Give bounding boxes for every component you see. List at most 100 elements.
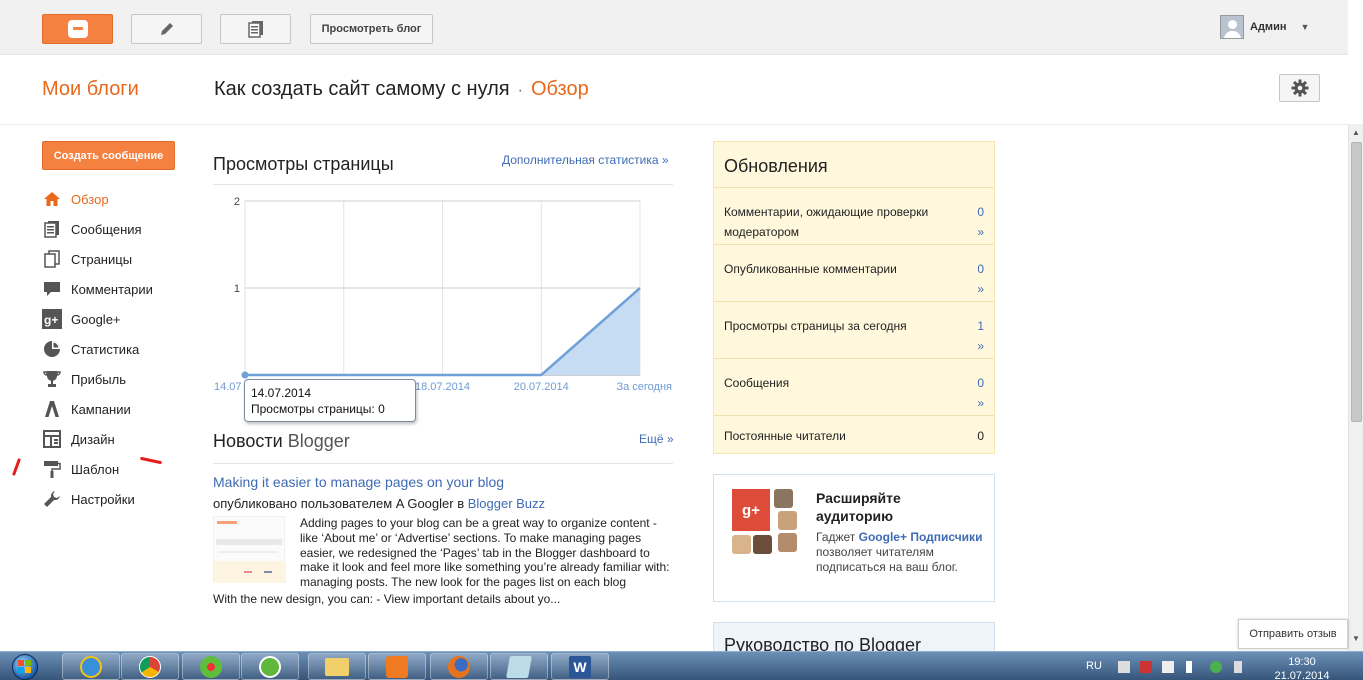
- sidebar-item-stats[interactable]: Статистика: [42, 334, 153, 364]
- news-title: Новости Blogger: [213, 431, 350, 452]
- pages-icon: [42, 249, 62, 269]
- sidebar-item-label: Прибыль: [71, 371, 126, 387]
- sidebar-item-comments[interactable]: Комментарии: [42, 274, 153, 304]
- more-stats-link[interactable]: Дополнительная статистика »: [502, 153, 669, 167]
- sidebar-item-label: Шаблон: [71, 461, 120, 477]
- explorer-taskbar-button[interactable]: [308, 653, 366, 680]
- chart-data-point: [241, 371, 249, 379]
- mail-agent-taskbar-button[interactable]: [241, 653, 299, 680]
- update-count[interactable]: 1»: [977, 316, 984, 356]
- update-row-pending-comments[interactable]: Комментарии, ожидающие проверки модерато…: [714, 187, 994, 244]
- news-excerpt-tail: With the new design, you can: - View imp…: [213, 592, 561, 606]
- view-blog-button[interactable]: Просмотреть блог: [310, 14, 433, 44]
- posts-icon: [42, 219, 62, 239]
- sidebar-item-posts[interactable]: Сообщения: [42, 214, 153, 244]
- google-plus-icon: g+: [42, 309, 62, 329]
- current-section: Обзор: [530, 78, 589, 100]
- chevron-down-icon: ▼: [1300, 22, 1310, 32]
- update-row-published-comments[interactable]: Опубликованные комментарии 0»: [714, 244, 994, 301]
- count-value: 0: [977, 205, 984, 219]
- chart-y-tick-label: 1: [234, 283, 240, 295]
- word-icon: W: [569, 655, 591, 678]
- update-icon[interactable]: [1210, 661, 1222, 673]
- pageviews-title: Просмотры страницы: [213, 154, 394, 174]
- follower-avatar: [774, 489, 793, 508]
- icq-taskbar-button[interactable]: [182, 653, 240, 680]
- scroll-down-icon[interactable]: ▼: [1352, 634, 1360, 643]
- blogger-logo-icon: [67, 20, 88, 38]
- update-row-pageviews-today[interactable]: Просмотры страницы за сегодня 1»: [714, 301, 994, 358]
- internet-explorer-icon: [80, 655, 102, 678]
- news-thumbnail: [213, 516, 286, 583]
- volume-icon[interactable]: [1234, 661, 1242, 673]
- sidebar-item-template[interactable]: Шаблон: [42, 454, 153, 484]
- media-player-icon: [386, 655, 408, 678]
- update-label: Сообщения: [724, 376, 790, 390]
- send-feedback-button[interactable]: Отправить отзыв: [1238, 619, 1348, 649]
- google-plus-followers-link[interactable]: Google+ Подписчики: [859, 530, 983, 544]
- promo-text: Гаджет Google+ Подписчики позволяет чита…: [816, 530, 986, 575]
- firefox-taskbar-button[interactable]: [430, 653, 488, 680]
- sidebar-item-campaigns[interactable]: Кампании: [42, 394, 153, 424]
- sidebar-item-google-plus[interactable]: g+ Google+: [42, 304, 153, 334]
- chrome-taskbar-button[interactable]: [121, 653, 179, 680]
- layout-icon: [42, 429, 62, 449]
- vertical-scrollbar[interactable]: ▲ ▼: [1348, 124, 1363, 651]
- update-row-posts[interactable]: Сообщения 0»: [714, 358, 994, 415]
- news-article-link[interactable]: Making it easier to manage pages on your…: [213, 474, 504, 490]
- notes-taskbar-button[interactable]: [490, 653, 548, 680]
- media-player-taskbar-button[interactable]: [368, 653, 426, 680]
- sidebar-item-label: Сообщения: [71, 221, 142, 237]
- windows-taskbar: W RU 19:30 21.07.2014: [0, 651, 1363, 680]
- network-signal-icon[interactable]: [1186, 661, 1198, 673]
- chart-x-tick-label: 14.07: [214, 381, 242, 393]
- sidebar-item-pages[interactable]: Страницы: [42, 244, 153, 274]
- blogger-buzz-link[interactable]: Blogger Buzz: [468, 496, 545, 511]
- update-count[interactable]: 0»: [977, 373, 984, 413]
- chart-y-tick-label: 2: [234, 196, 240, 208]
- scroll-up-icon[interactable]: ▲: [1352, 128, 1360, 137]
- tooltip-value: Просмотры страницы: 0: [251, 402, 385, 416]
- my-blogs-link[interactable]: Мои блоги: [42, 78, 139, 101]
- windows-logo-icon: [12, 653, 38, 680]
- follower-avatar: [732, 535, 751, 554]
- paint-roller-icon: [42, 459, 62, 479]
- internet-explorer-taskbar-button[interactable]: [62, 653, 120, 680]
- create-post-button[interactable]: Создать сообщение: [42, 141, 175, 170]
- avatar: [1220, 15, 1244, 39]
- sidebar-item-layout[interactable]: Дизайн: [42, 424, 153, 454]
- sidebar-item-overview[interactable]: Обзор: [42, 184, 153, 214]
- user-menu[interactable]: Админ ▼: [1220, 15, 1309, 39]
- campaigns-icon: [42, 399, 62, 419]
- posts-list-button[interactable]: [220, 14, 291, 44]
- sidebar-item-label: Дизайн: [71, 431, 115, 447]
- update-count[interactable]: 0»: [977, 259, 984, 299]
- home-icon: [42, 189, 62, 209]
- sidebar-item-settings[interactable]: Настройки: [42, 484, 153, 514]
- start-button[interactable]: [4, 652, 46, 680]
- count-value: 0: [977, 376, 984, 390]
- sidebar-item-label: Кампании: [71, 401, 131, 417]
- posts-list-icon: [247, 21, 263, 38]
- new-post-pencil-button[interactable]: [131, 14, 202, 44]
- update-label: Комментарии, ожидающие проверки модерато…: [724, 205, 929, 239]
- power-icon[interactable]: [1140, 661, 1152, 673]
- sidebar-item-earnings[interactable]: Прибыль: [42, 364, 153, 394]
- language-indicator[interactable]: RU: [1086, 660, 1102, 672]
- flag-icon[interactable]: [1118, 661, 1130, 673]
- news-title-prefix: Новости: [213, 431, 288, 451]
- clock-time: 19:30: [1288, 656, 1316, 668]
- settings-gear-button[interactable]: [1279, 74, 1320, 102]
- update-count[interactable]: 0»: [977, 202, 984, 242]
- google-plus-icon: g+: [732, 489, 770, 531]
- usb-icon[interactable]: [1162, 661, 1174, 673]
- chart-x-tick-label: За сегодня: [616, 381, 672, 393]
- more-news-link[interactable]: Ещё »: [639, 432, 674, 446]
- title-separator: ·: [517, 82, 523, 99]
- word-taskbar-button[interactable]: W: [551, 653, 609, 680]
- taskbar-clock[interactable]: 19:30 21.07.2014: [1272, 655, 1332, 680]
- google-plus-followers-promo: g+ Расширяйте аудиторию Гаджет Google+ П…: [713, 474, 995, 602]
- scrollbar-thumb[interactable]: [1351, 142, 1362, 422]
- blogger-home-button[interactable]: [42, 14, 113, 44]
- count-value: 1: [977, 319, 984, 333]
